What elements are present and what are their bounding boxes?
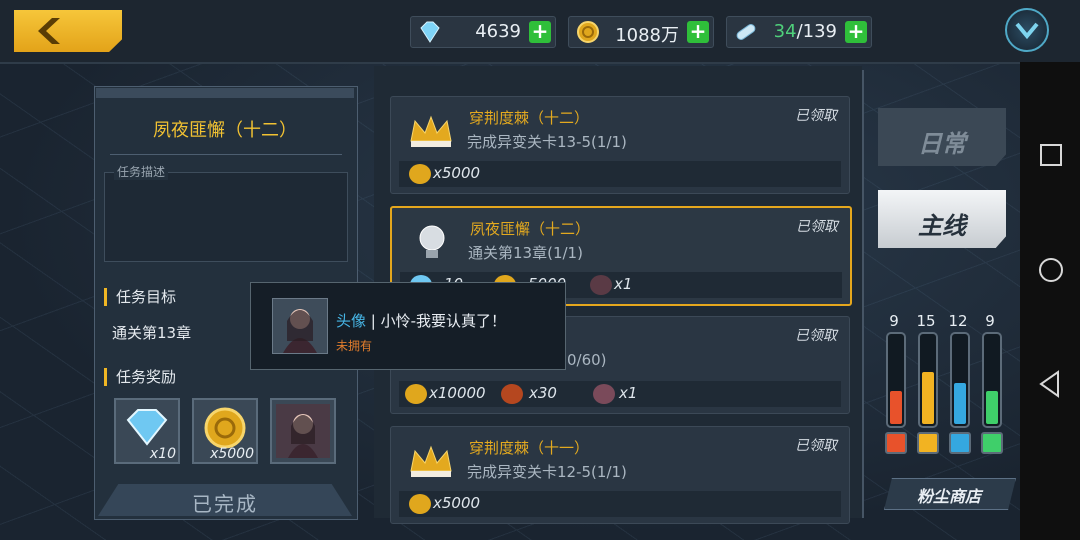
goal-header: 任务目标	[104, 288, 176, 306]
coin-counter: 1088万 +	[568, 16, 714, 48]
vial-fill	[954, 383, 966, 424]
reward-count: x5000	[433, 494, 481, 512]
avatar-icon	[590, 275, 612, 295]
quest-progress: 完成异变关卡12-5(1/1)	[467, 463, 627, 481]
reward-count: x1	[619, 384, 638, 402]
claimed-status: 已领取	[796, 219, 838, 235]
quest-title: 穿荆度棘（十二）	[469, 109, 590, 127]
claimed-status: 已领取	[795, 328, 837, 344]
tooltip-name: 小怜-我要认真了！	[380, 312, 507, 330]
reward-row: x5000	[399, 161, 841, 187]
dust-vial	[918, 332, 938, 428]
recent-apps-icon[interactable]	[1040, 144, 1062, 166]
add-stamina-button[interactable]: +	[845, 21, 867, 43]
stamina-value: 34/139	[774, 21, 837, 42]
avatar-icon	[276, 404, 330, 458]
quest-card[interactable]: 穿荆度棘（十一） 完成异变关卡12-5(1/1) 已领取 x5000	[390, 426, 850, 524]
vial-cap-icon	[949, 432, 971, 454]
reward-count: x30	[529, 384, 557, 402]
tooltip-avatar	[272, 298, 328, 354]
crown-icon	[410, 445, 452, 477]
panel-header-bar	[96, 88, 354, 98]
coin-value: 1088万	[615, 25, 679, 46]
quest-title: 夙夜匪懈（十二）	[470, 220, 591, 238]
coin-icon	[405, 384, 427, 404]
reward-avatar[interactable]	[270, 398, 336, 464]
avatar-icon	[593, 384, 615, 404]
tooltip-kind: 头像	[336, 312, 367, 330]
crystal-counter: 4639 +	[410, 16, 556, 48]
claimed-status: 已领取	[795, 108, 837, 124]
tab-daily-label: 日常	[918, 130, 966, 158]
quest-progress: 通关第13章(1/1)	[468, 244, 583, 262]
coin-icon	[577, 21, 599, 43]
stamina-capsule-icon	[736, 24, 756, 40]
add-coin-button[interactable]: +	[687, 21, 709, 43]
reward-count: x5000	[433, 164, 481, 182]
vial-cap-icon	[917, 432, 939, 454]
reward-count: x10000	[429, 384, 486, 402]
dust-vial	[950, 332, 970, 428]
stamina-counter: 34/139 +	[726, 16, 872, 48]
description-box	[104, 172, 348, 262]
quest-progress: 完成异变关卡13-5(1/1)	[467, 133, 627, 151]
quest-card[interactable]: 穿荆度棘（十二） 完成异变关卡13-5(1/1) 已领取 x5000	[390, 96, 850, 194]
quest-title: 穿荆度棘（十一）	[469, 439, 590, 457]
goal-text: 通关第13章	[112, 324, 192, 342]
vial-fill	[986, 391, 998, 424]
dust-vial	[982, 332, 1002, 428]
vial-count: 15	[916, 312, 936, 330]
crown-icon	[410, 115, 452, 147]
home-icon[interactable]	[1039, 258, 1063, 282]
back-arrow-icon	[38, 18, 60, 44]
add-crystal-button[interactable]: +	[529, 21, 551, 43]
lightbulb-icon	[419, 225, 445, 258]
vial-cap-icon	[981, 432, 1003, 454]
dust-shop-label: 粉尘商店	[916, 487, 981, 506]
menu-badge-button[interactable]	[1005, 8, 1049, 52]
description-label: 任务描述	[114, 163, 169, 180]
crystal-value: 4639	[475, 21, 521, 42]
divider	[110, 154, 342, 155]
mission-title: 夙夜匪懈（十二）	[153, 120, 297, 141]
coin-icon	[204, 407, 246, 449]
vial-count: 12	[948, 312, 968, 330]
crystal-icon	[420, 21, 440, 43]
scrollbar[interactable]	[862, 70, 864, 518]
tab-main-label: 主线	[918, 212, 966, 240]
crystal-icon	[126, 409, 168, 446]
coin-icon	[409, 494, 431, 514]
vial-count: 9	[889, 312, 899, 330]
quest-progress: 0/60)	[567, 351, 607, 369]
coin-icon	[409, 164, 431, 184]
android-nav-bar	[1020, 62, 1080, 540]
stamina-current: 34	[773, 21, 797, 42]
vial-fill	[890, 391, 902, 424]
reward-row: x5000	[399, 491, 841, 517]
reward-count: x10	[149, 446, 176, 462]
reward-crystal[interactable]: x10	[114, 398, 180, 464]
tooltip-title: 头像 | 小怜-我要认真了！	[336, 310, 506, 331]
reward-header: 任务奖励	[104, 368, 176, 386]
vial-fill	[922, 372, 934, 424]
claimed-status: 已领取	[795, 438, 837, 454]
back-triangle-icon[interactable]	[1038, 370, 1062, 398]
completed-label: 已完成	[192, 492, 258, 516]
dust-vial	[886, 332, 906, 428]
reward-row: x10000 x30 x1	[399, 381, 841, 407]
reward-count: x1	[614, 275, 633, 293]
vial-count: 9	[985, 312, 995, 330]
tooltip-separator: |	[366, 312, 381, 330]
stamina-max: /139	[796, 21, 837, 42]
reward-coin[interactable]: x5000	[192, 398, 258, 464]
material-icon	[501, 384, 523, 404]
avatar-icon	[283, 309, 317, 353]
chevron-down-icon	[1015, 22, 1039, 40]
reward-count: x5000	[210, 446, 254, 462]
vial-cap-icon	[885, 432, 907, 454]
tooltip-owned-status: 未拥有	[336, 339, 373, 353]
